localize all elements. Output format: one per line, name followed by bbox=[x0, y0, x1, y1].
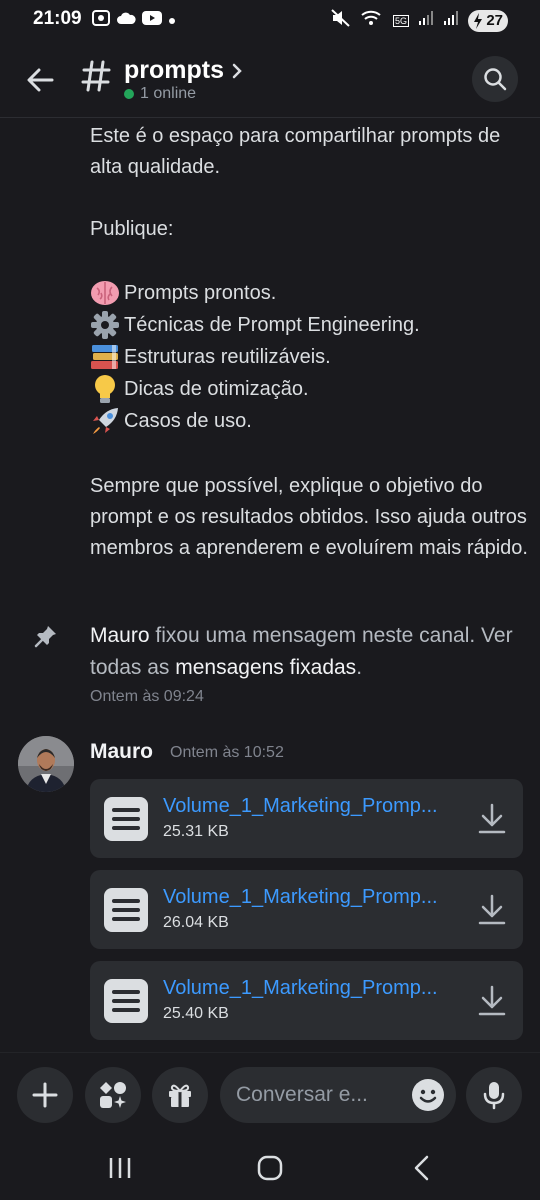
file-size: 25.40 KB bbox=[163, 1005, 229, 1022]
list-item-text: Técnicas de Prompt Engineering. bbox=[124, 313, 420, 336]
screenshot-icon bbox=[92, 10, 110, 31]
channel-title[interactable]: prompts bbox=[124, 56, 242, 85]
pin-timestamp: Ontem às 09:24 bbox=[90, 688, 204, 705]
rocket-emoji-icon bbox=[90, 406, 120, 436]
download-button[interactable] bbox=[475, 983, 509, 1019]
download-icon bbox=[478, 894, 506, 925]
pin-end: . bbox=[356, 656, 363, 679]
battery-level: 27 bbox=[486, 12, 503, 29]
home-button[interactable] bbox=[250, 1152, 290, 1184]
status-time: 21:09 bbox=[33, 8, 82, 29]
emoji-button[interactable] bbox=[412, 1079, 444, 1111]
channel-hash-icon bbox=[78, 56, 114, 96]
user-avatar-image bbox=[18, 736, 74, 792]
online-dot-icon bbox=[124, 89, 134, 99]
file-attachment[interactable]: Volume_1_Marketing_Promp... 25.40 KB bbox=[90, 961, 523, 1040]
microphone-icon bbox=[483, 1082, 505, 1110]
list-item: Dicas de otimização. bbox=[90, 373, 530, 405]
recent-apps-button[interactable] bbox=[100, 1152, 140, 1184]
list-item-text: Prompts prontos. bbox=[124, 281, 277, 304]
list-item-text: Casos de uso. bbox=[124, 409, 252, 432]
gear-emoji-icon bbox=[90, 310, 120, 340]
download-icon bbox=[478, 803, 506, 834]
download-icon bbox=[478, 985, 506, 1016]
network-type-label: 5G bbox=[392, 14, 409, 27]
arrow-left-icon bbox=[27, 68, 54, 92]
chevron-right-icon bbox=[232, 63, 242, 78]
download-button[interactable] bbox=[475, 801, 509, 837]
file-size: 26.04 KB bbox=[163, 914, 229, 931]
online-count: 1 online bbox=[140, 85, 197, 102]
dot-icon bbox=[168, 12, 176, 30]
channel-header: prompts 1 online bbox=[0, 40, 540, 118]
apps-button[interactable] bbox=[85, 1067, 141, 1123]
post-timestamp: Ontem às 10:52 bbox=[170, 744, 284, 761]
youtube-icon bbox=[142, 11, 162, 30]
cloud-icon bbox=[116, 11, 136, 30]
chevron-left-icon bbox=[414, 1155, 429, 1181]
charging-bolt-icon bbox=[474, 12, 482, 29]
status-bar: 21:09 5G 27 bbox=[0, 0, 540, 40]
message-intro: Este é o espaço para compartilhar prompt… bbox=[90, 125, 501, 178]
gift-icon bbox=[169, 1084, 191, 1107]
smiley-icon bbox=[419, 1089, 437, 1103]
recent-apps-icon bbox=[109, 1158, 131, 1178]
message-composer bbox=[0, 1052, 540, 1134]
avatar[interactable] bbox=[18, 736, 74, 792]
download-button[interactable] bbox=[475, 892, 509, 928]
books-emoji-icon bbox=[90, 342, 120, 372]
list-item: Casos de uso. bbox=[90, 405, 530, 437]
list-item: Técnicas de Prompt Engineering. bbox=[90, 309, 530, 341]
back-button[interactable] bbox=[20, 60, 60, 100]
pin-notice-text: Mauro fixou uma mensagem neste canal. Ve… bbox=[90, 620, 530, 684]
document-icon bbox=[104, 888, 148, 932]
file-name[interactable]: Volume_1_Marketing_Promp... bbox=[163, 795, 463, 818]
wifi-icon bbox=[360, 9, 384, 32]
search-button[interactable] bbox=[472, 56, 518, 102]
file-name[interactable]: Volume_1_Marketing_Promp... bbox=[163, 886, 463, 909]
add-attachment-button[interactable] bbox=[17, 1067, 73, 1123]
file-attachment[interactable]: Volume_1_Marketing_Promp... 26.04 KB bbox=[90, 870, 523, 949]
brain-emoji-icon bbox=[90, 278, 120, 308]
list-item-text: Estruturas reutilizáveis. bbox=[124, 345, 331, 368]
gift-button[interactable] bbox=[152, 1067, 208, 1123]
apps-icon bbox=[100, 1082, 126, 1108]
mute-icon bbox=[331, 9, 351, 32]
signal-icon-2 bbox=[443, 10, 459, 31]
battery-indicator: 27 bbox=[468, 9, 508, 32]
notification-icons bbox=[92, 10, 176, 31]
file-name[interactable]: Volume_1_Marketing_Promp... bbox=[163, 977, 463, 1000]
plus-icon bbox=[32, 1082, 58, 1108]
list-item-text: Dicas de otimização. bbox=[124, 377, 309, 400]
system-navigation-bar bbox=[0, 1134, 540, 1200]
online-status: 1 online bbox=[124, 85, 196, 103]
message-input-wrapper bbox=[220, 1067, 456, 1123]
post-author[interactable]: Mauro bbox=[90, 740, 153, 764]
list-item: Prompts prontos. bbox=[90, 277, 530, 309]
voice-message-button[interactable] bbox=[466, 1067, 522, 1123]
document-icon bbox=[104, 979, 148, 1023]
list-item: Estruturas reutilizáveis. bbox=[90, 341, 530, 373]
message-publish-label: Publique: bbox=[90, 218, 174, 240]
pin-icon bbox=[34, 624, 58, 653]
pin-author[interactable]: Mauro bbox=[90, 624, 150, 647]
pinned-messages-link[interactable]: mensagens fixadas bbox=[175, 656, 356, 679]
home-icon bbox=[257, 1155, 283, 1181]
message-input[interactable] bbox=[236, 1067, 396, 1123]
message-list: Prompts prontos. Técnicas de Prompt Engi… bbox=[90, 277, 530, 437]
search-icon bbox=[484, 68, 507, 91]
file-size: 25.31 KB bbox=[163, 823, 229, 840]
channel-name: prompts bbox=[124, 56, 224, 84]
discord-channel-screen: 21:09 5G 27 prompts 1 online Este é o es… bbox=[0, 0, 540, 1200]
message-closing: Sempre que possível, explique o objetivo… bbox=[90, 475, 528, 559]
system-back-button[interactable] bbox=[402, 1152, 442, 1184]
signal-icon bbox=[418, 10, 434, 31]
document-icon bbox=[104, 797, 148, 841]
bulb-emoji-icon bbox=[90, 374, 120, 404]
file-attachment[interactable]: Volume_1_Marketing_Promp... 25.31 KB bbox=[90, 779, 523, 858]
system-icons: 5G 27 bbox=[331, 9, 508, 32]
